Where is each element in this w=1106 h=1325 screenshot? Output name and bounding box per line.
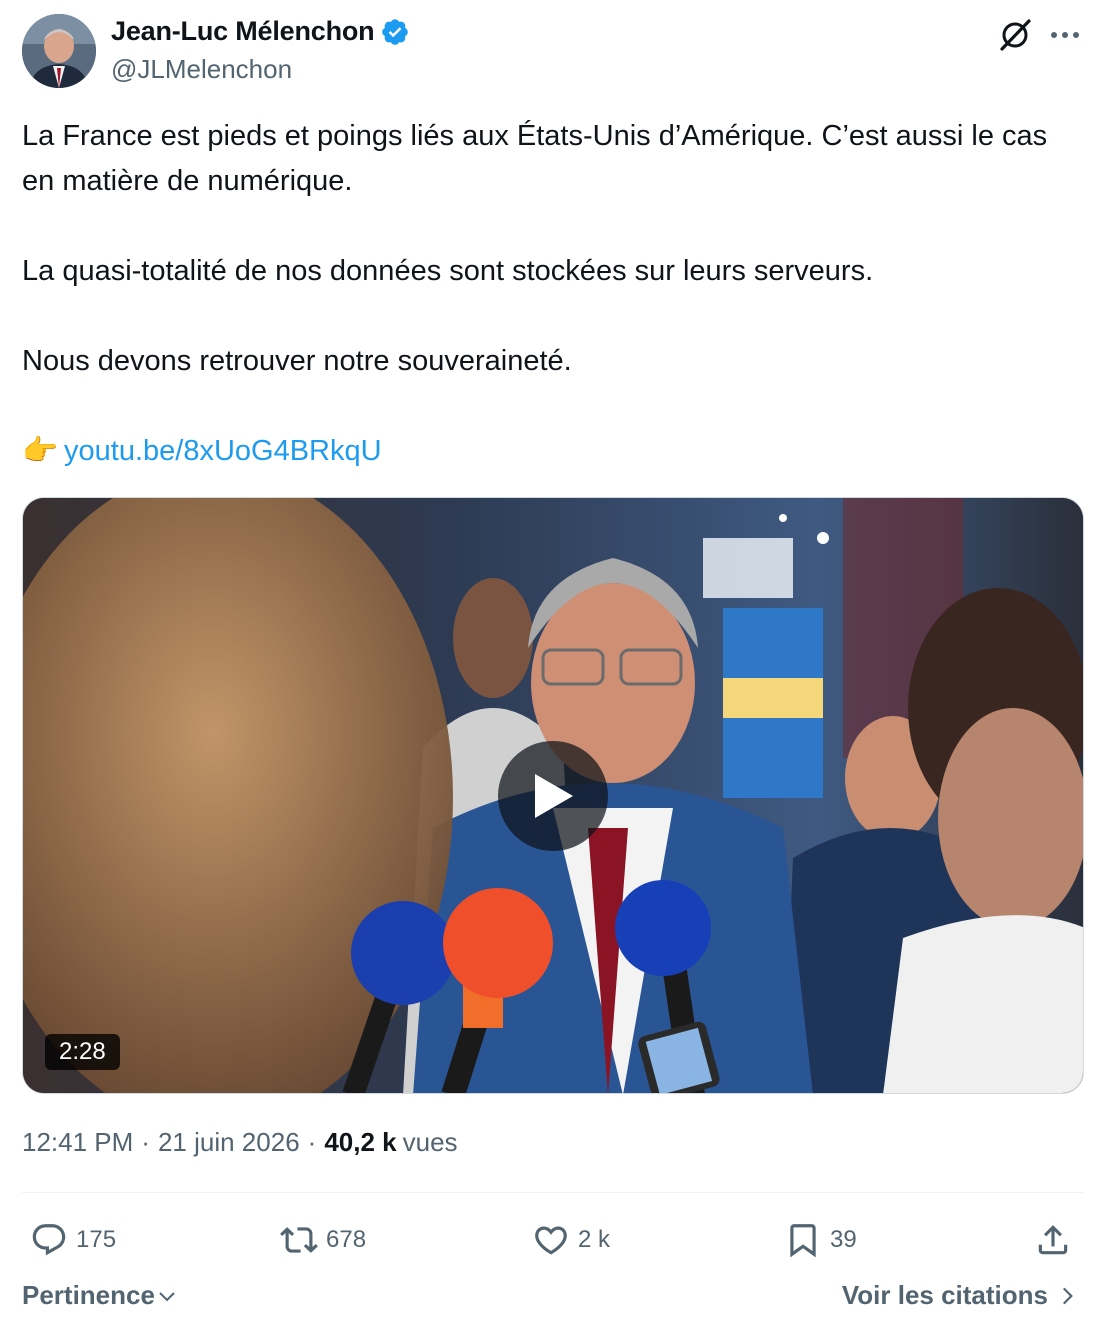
bookmark-icon — [790, 1224, 816, 1258]
chevron-down-icon — [159, 1291, 175, 1301]
tweet-link-line: 👉 youtu.be/8xUoG4BRkqU — [22, 429, 1084, 474]
meta-separator: · — [141, 1127, 150, 1157]
reply-button[interactable]: 175 — [30, 1212, 116, 1268]
author-name-row: Jean-Luc Mélenchon — [111, 16, 410, 47]
play-icon — [535, 774, 573, 818]
quotes-label: Voir les citations — [841, 1280, 1048, 1310]
tweet-paragraph: La France est pieds et poings liés aux É… — [22, 120, 1048, 197]
pointing-hand-icon: 👉 — [22, 435, 59, 467]
bookmark-button[interactable]: 39 — [784, 1212, 857, 1268]
play-button[interactable] — [498, 741, 608, 851]
repost-icon — [280, 1227, 318, 1253]
author-display-name[interactable]: Jean-Luc Mélenchon — [111, 16, 375, 47]
tweet-meta: 12:41 PM · 21 juin 2026 · 40,2 k vues — [22, 1127, 458, 1158]
sort-label: Pertinence — [22, 1280, 155, 1310]
like-button[interactable]: 2 k — [532, 1212, 610, 1268]
video-duration: 2:28 — [45, 1034, 120, 1070]
chevron-right-icon — [1062, 1287, 1073, 1304]
replies-footer: Pertinence Voir les citations — [22, 1280, 1084, 1320]
divider — [22, 1192, 1084, 1193]
tweet-time[interactable]: 12:41 PM — [22, 1127, 133, 1158]
share-button[interactable] — [1034, 1212, 1072, 1268]
reply-count: 175 — [76, 1226, 117, 1253]
grok-icon[interactable] — [998, 18, 1032, 52]
author-avatar[interactable] — [22, 14, 96, 88]
share-icon — [1038, 1225, 1068, 1255]
author-handle[interactable]: @JLMelenchon — [111, 54, 292, 85]
like-icon — [535, 1226, 567, 1255]
action-bar: 175 678 2 k 39 — [22, 1212, 1084, 1268]
tweet-header: Jean-Luc Mélenchon @JLMelenchon — [22, 14, 1084, 92]
reply-icon — [32, 1224, 66, 1256]
repost-count: 678 — [326, 1226, 367, 1253]
tweet-date[interactable]: 21 juin 2026 — [158, 1127, 300, 1158]
sort-dropdown[interactable]: Pertinence — [22, 1280, 179, 1311]
bookmark-count: 39 — [830, 1226, 857, 1253]
more-icon[interactable] — [1048, 20, 1082, 50]
views-label: vues — [402, 1127, 458, 1157]
tweet-paragraph: Nous devons retrouver notre souveraineté… — [22, 345, 572, 377]
view-quotes-link[interactable]: Voir les citations — [842, 1280, 1080, 1311]
video-player[interactable]: 2:28 — [22, 497, 1084, 1094]
youtube-link[interactable]: youtu.be/8xUoG4BRkqU — [64, 429, 382, 474]
like-count: 2 k — [578, 1226, 611, 1253]
meta-separator: · — [307, 1127, 317, 1157]
tweet-text: La France est pieds et poings liés aux É… — [22, 114, 1084, 474]
tweet-paragraph: La quasi-totalité de nos données sont st… — [22, 255, 874, 287]
repost-button[interactable]: 678 — [280, 1212, 366, 1268]
verified-badge-icon[interactable] — [380, 17, 410, 47]
views-count: 40,2 k — [324, 1127, 397, 1157]
